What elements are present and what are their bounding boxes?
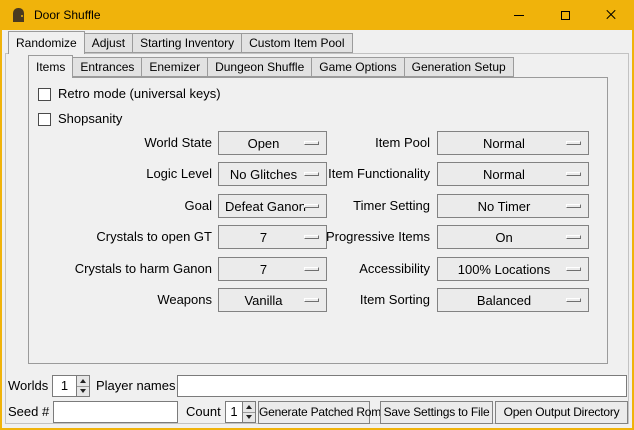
app-window: Door Shuffle Randomize Adjust Starting I… (0, 0, 634, 430)
item-sorting-label: Item Sorting (280, 288, 430, 312)
timer-setting-label: Timer Setting (280, 194, 430, 218)
tab-custom-item-pool-label: Custom Item Pool (249, 36, 344, 50)
tab-entrances[interactable]: Entrances (72, 57, 142, 77)
count-spin-up-button[interactable] (243, 402, 255, 412)
tab-enemizer-label: Enemizer (149, 60, 200, 74)
dropdown-indicator-icon (566, 172, 581, 176)
tab-items-label: Items (36, 60, 65, 74)
close-icon (605, 9, 617, 21)
item-pool-dropdown[interactable]: Normal (437, 131, 589, 155)
retro-mode-checkbox[interactable] (38, 88, 51, 101)
dropdown-indicator-icon (566, 298, 581, 302)
tab-randomize[interactable]: Randomize (8, 31, 85, 54)
accessibility-label: Accessibility (280, 257, 430, 281)
seed-input[interactable] (53, 401, 178, 423)
dropdown-indicator-icon (566, 204, 581, 208)
save-settings-button[interactable]: Save Settings to File (380, 401, 493, 424)
count-label: Count (186, 401, 221, 423)
tab-entrances-label: Entrances (80, 60, 134, 74)
randomize-sub-tab-bar: Items Entrances Enemizer Dungeon Shuffle… (28, 55, 513, 77)
shopsanity-checkbox[interactable] (38, 113, 51, 126)
retro-mode-label: Retro mode (universal keys) (58, 82, 221, 106)
worlds-spin-down-button[interactable] (77, 386, 89, 397)
minimize-button[interactable] (496, 0, 542, 30)
minimize-icon (514, 15, 524, 16)
timer-setting-dropdown[interactable]: No Timer (437, 194, 589, 218)
dropdown-indicator-icon (566, 267, 581, 271)
titlebar[interactable]: Door Shuffle (0, 0, 634, 30)
item-sorting-dropdown[interactable]: Balanced (437, 288, 589, 312)
tab-game-options[interactable]: Game Options (311, 57, 404, 77)
shopsanity-label: Shopsanity (58, 107, 122, 131)
tab-game-options-label: Game Options (319, 60, 396, 74)
tab-items[interactable]: Items (28, 55, 73, 78)
worlds-spinner[interactable]: 1 (52, 375, 90, 397)
seed-label: Seed # (8, 401, 49, 423)
worlds-label: Worlds (8, 375, 48, 397)
triangle-up-icon (80, 379, 86, 383)
goal-label: Goal (30, 194, 212, 218)
item-pool-label: Item Pool (280, 131, 430, 155)
maximize-button[interactable] (542, 0, 588, 30)
triangle-down-icon (246, 415, 252, 419)
tab-generation-setup[interactable]: Generation Setup (404, 57, 514, 77)
worlds-spinner-arrows (76, 376, 89, 396)
player-names-label: Player names (96, 375, 175, 397)
progressive-items-label: Progressive Items (280, 225, 430, 249)
count-spin-down-button[interactable] (243, 412, 255, 423)
count-value: 1 (226, 402, 242, 422)
count-spinner[interactable]: 1 (225, 401, 256, 423)
triangle-up-icon (246, 405, 252, 409)
main-tab-bar: Randomize Adjust Starting Inventory Cust… (8, 31, 352, 53)
close-button[interactable] (588, 0, 634, 30)
tab-dungeon-shuffle[interactable]: Dungeon Shuffle (207, 57, 312, 77)
triangle-down-icon (80, 389, 86, 393)
logic-level-label: Logic Level (30, 162, 212, 186)
tab-dungeon-shuffle-label: Dungeon Shuffle (215, 60, 304, 74)
app-icon (11, 7, 27, 23)
tab-starting-inventory[interactable]: Starting Inventory (132, 33, 242, 53)
crystals-harm-ganon-label: Crystals to harm Ganon (30, 257, 212, 281)
tab-randomize-label: Randomize (16, 36, 77, 50)
maximize-icon (561, 11, 570, 20)
tab-starting-inventory-label: Starting Inventory (140, 36, 234, 50)
count-spinner-arrows (242, 402, 255, 422)
player-names-input[interactable] (177, 375, 627, 397)
tab-adjust-label: Adjust (92, 36, 125, 50)
open-output-directory-button[interactable]: Open Output Directory (495, 401, 628, 424)
worlds-spin-up-button[interactable] (77, 376, 89, 386)
generate-patched-rom-button[interactable]: Generate Patched Rom (258, 401, 370, 424)
accessibility-dropdown[interactable]: 100% Locations (437, 257, 589, 281)
world-state-label: World State (30, 131, 212, 155)
progressive-items-dropdown[interactable]: On (437, 225, 589, 249)
door-knob-icon (21, 15, 23, 17)
tab-custom-item-pool[interactable]: Custom Item Pool (241, 33, 352, 53)
item-functionality-label: Item Functionality (280, 162, 430, 186)
dropdown-indicator-icon (566, 235, 581, 239)
item-functionality-dropdown[interactable]: Normal (437, 162, 589, 186)
window-title: Door Shuffle (34, 8, 101, 22)
weapons-label: Weapons (30, 288, 212, 312)
tab-generation-setup-label: Generation Setup (412, 60, 506, 74)
tab-enemizer[interactable]: Enemizer (141, 57, 208, 77)
dropdown-indicator-icon (566, 141, 581, 145)
crystals-open-gt-label: Crystals to open GT (30, 225, 212, 249)
worlds-value: 1 (53, 376, 76, 396)
tab-adjust[interactable]: Adjust (84, 33, 133, 53)
